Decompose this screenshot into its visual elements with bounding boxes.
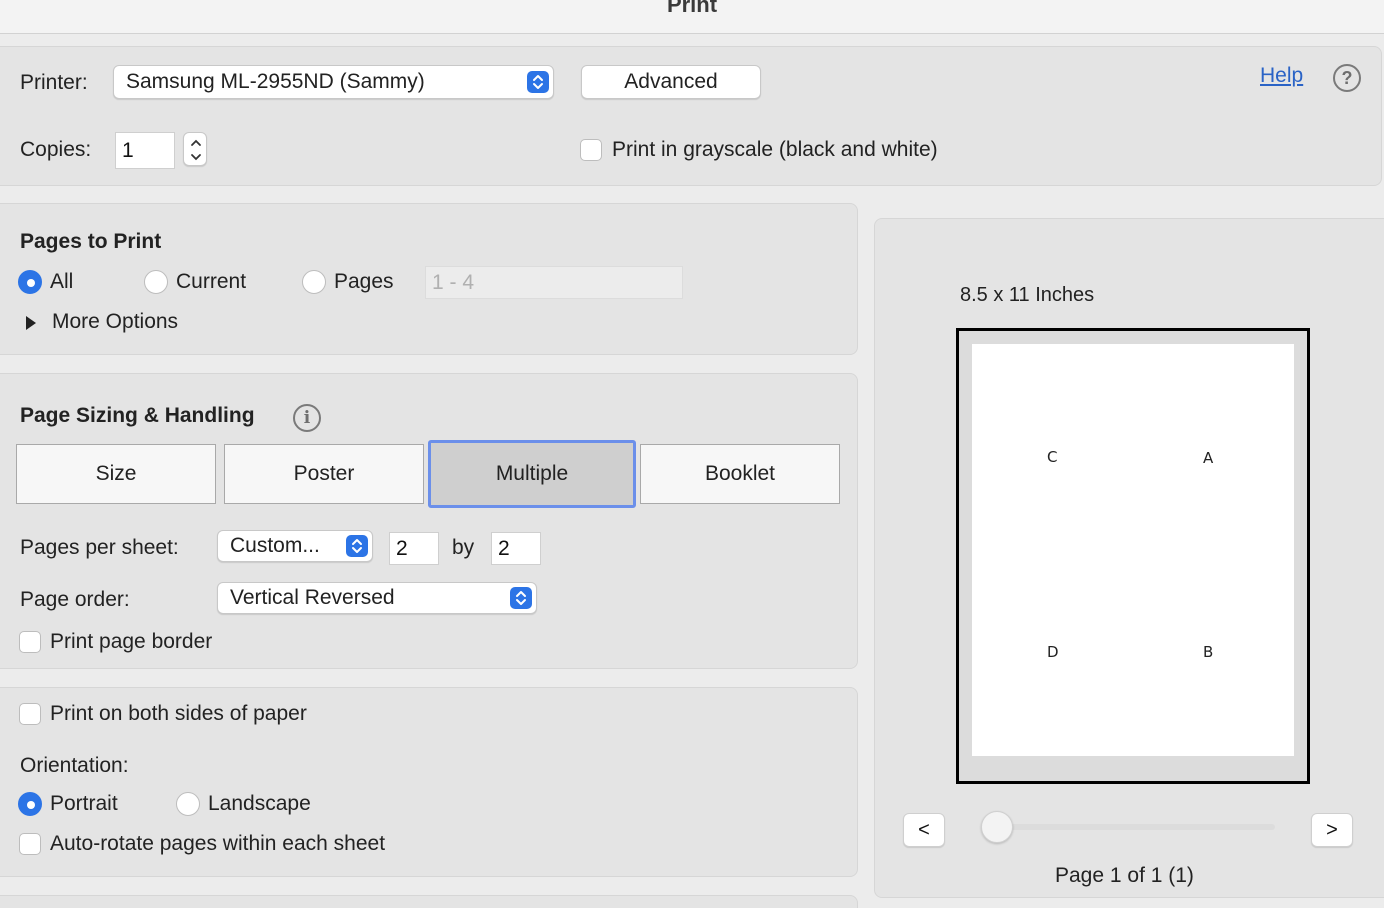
auto-rotate-label: Auto-rotate pages within each sheet [50,832,386,855]
next-page-button[interactable]: > [1311,813,1353,847]
print-border-label: Print page border [50,630,213,653]
rows-field[interactable]: 2 [491,532,541,565]
paper-size-label: 8.5 x 11 Inches [960,284,1095,306]
chevron-updown-icon [346,535,368,557]
both-sides-checkbox[interactable] [19,703,41,725]
question-mark-icon[interactable]: ? [1333,64,1361,92]
info-icon[interactable]: i [293,404,321,432]
copies-label: Copies: [20,138,92,161]
chevron-updown-icon [527,71,549,93]
more-options-label[interactable]: More Options [52,310,178,334]
window-title: Print [666,0,718,17]
radio-landscape[interactable] [176,792,200,816]
page-sizing-heading: Page Sizing & Handling [20,404,255,427]
copies-stepper[interactable] [183,132,207,166]
page-order-value: Vertical Reversed [230,586,395,609]
radio-current[interactable] [144,270,168,294]
radio-pages-label: Pages [334,270,394,293]
grayscale-label: Print in grayscale (black and white) [612,138,938,161]
radio-pages[interactable] [302,270,326,294]
chevron-updown-icon [510,587,532,609]
page-order-select[interactable]: Vertical Reversed [217,582,537,614]
preview-page-c: C [1047,448,1058,466]
page-slider-track[interactable] [995,824,1275,830]
mode-booklet-button[interactable]: Booklet [640,444,840,504]
page-range-field[interactable]: 1 - 4 [425,266,683,299]
radio-all[interactable] [18,270,42,294]
pages-per-sheet-value: Custom... [230,534,320,557]
columns-field[interactable]: 2 [389,532,439,565]
auto-rotate-checkbox[interactable] [19,833,41,855]
page-order-label: Page order: [20,588,130,611]
printer-select-value: Samsung ML-2955ND (Sammy) [126,70,425,93]
help-link[interactable]: Help [1260,64,1303,88]
mode-multiple-button[interactable]: Multiple [428,440,636,508]
grayscale-checkbox[interactable] [580,139,602,161]
previous-page-button[interactable]: < [903,813,945,847]
radio-all-label: All [50,270,74,293]
disclosure-triangle-icon[interactable] [24,313,38,337]
next-panel [0,895,858,908]
orientation-label: Orientation: [20,754,129,777]
print-border-checkbox[interactable] [19,631,41,653]
page-slider-knob[interactable] [981,811,1013,843]
by-label: by [452,536,475,559]
preview-page-b: B [1203,643,1214,661]
radio-portrait-label: Portrait [50,792,118,815]
mode-size-button[interactable]: Size [16,444,216,504]
radio-portrait[interactable] [18,792,42,816]
pages-per-sheet-label: Pages per sheet: [20,536,179,559]
preview-page-d: D [1047,643,1059,661]
pages-per-sheet-select[interactable]: Custom... [217,530,373,562]
preview-sheet [972,344,1294,756]
pages-to-print-heading: Pages to Print [20,230,162,253]
mode-poster-button[interactable]: Poster [224,444,424,504]
preview-page-a: A [1203,449,1214,467]
printer-label: Printer: [20,71,88,94]
both-sides-label: Print on both sides of paper [50,702,307,725]
advanced-button[interactable]: Advanced [581,65,761,99]
radio-landscape-label: Landscape [208,792,311,815]
page-status: Page 1 of 1 (1) [1055,864,1194,887]
radio-current-label: Current [176,270,247,293]
stepper-arrows-icon [191,139,201,161]
printer-select[interactable]: Samsung ML-2955ND (Sammy) [113,65,554,99]
copies-field[interactable]: 1 [115,132,175,169]
